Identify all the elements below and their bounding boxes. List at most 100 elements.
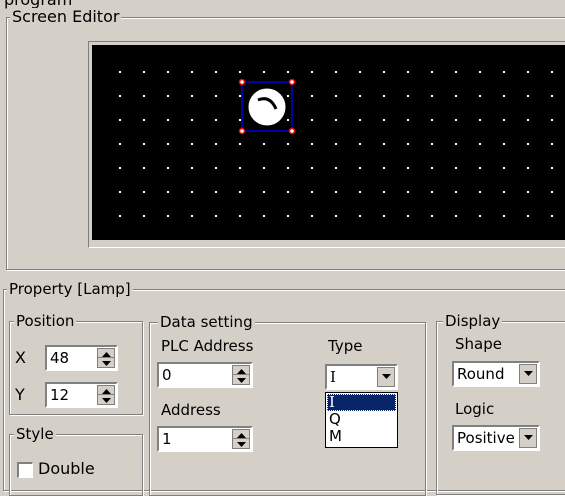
shape-select[interactable]: Round <box>452 361 540 387</box>
type-option-i[interactable]: I <box>327 393 396 411</box>
grid-dot <box>383 167 385 169</box>
grid-dot <box>215 215 217 217</box>
grid-dot <box>191 119 193 121</box>
resize-handle[interactable] <box>288 78 296 86</box>
y-spin-buttons[interactable] <box>97 385 115 405</box>
grid-dot <box>431 191 433 193</box>
grid-dot <box>311 95 313 97</box>
grid-dot <box>167 119 169 121</box>
grid-dot <box>239 143 241 145</box>
grid-dot <box>431 167 433 169</box>
grid-dot <box>167 71 169 73</box>
grid-dot <box>335 215 337 217</box>
display-title: Display <box>443 312 503 330</box>
grid-dot <box>551 95 553 97</box>
grid-dot <box>503 191 505 193</box>
type-option-q[interactable]: Q <box>327 411 396 428</box>
screen-canvas[interactable] <box>92 45 565 240</box>
grid-dot <box>215 191 217 193</box>
chevron-down-icon <box>237 442 246 447</box>
grid-dot <box>335 143 337 145</box>
grid-dot <box>407 191 409 193</box>
grid-dot <box>335 95 337 97</box>
y-spin-down[interactable] <box>98 395 114 404</box>
grid-dot <box>287 95 289 97</box>
logic-select[interactable]: Positive <box>452 425 540 451</box>
x-spin-down[interactable] <box>98 358 114 367</box>
address-stepper[interactable]: 1 <box>157 426 253 452</box>
resize-handle[interactable] <box>238 78 246 86</box>
x-stepper[interactable]: 48 <box>45 345 118 371</box>
plc-address-stepper[interactable]: 0 <box>157 362 253 388</box>
grid-dot <box>287 191 289 193</box>
grid-dot <box>239 71 241 73</box>
lamp-body <box>247 87 287 127</box>
address-spin-up[interactable] <box>233 430 249 439</box>
address-spin-buttons[interactable] <box>232 429 250 449</box>
data-setting-title: Data setting <box>158 313 255 331</box>
double-checkbox[interactable] <box>17 462 33 478</box>
y-stepper[interactable]: 12 <box>45 382 118 408</box>
grid-dot <box>479 71 481 73</box>
type-select-arrow[interactable] <box>377 367 395 387</box>
chevron-down-icon <box>524 371 533 376</box>
resize-handle[interactable] <box>238 127 246 135</box>
plc-address-spin-up[interactable] <box>233 366 249 375</box>
grid-dot <box>215 167 217 169</box>
grid-dot <box>383 143 385 145</box>
grid-dot <box>191 143 193 145</box>
x-spin-up[interactable] <box>98 349 114 358</box>
grid-dot <box>239 95 241 97</box>
type-select[interactable]: I <box>325 364 398 390</box>
plc-address-spin-down[interactable] <box>233 375 249 384</box>
chevron-up-icon <box>102 389 111 394</box>
grid-dot <box>431 71 433 73</box>
canvas-grid <box>119 71 553 217</box>
grid-dot <box>335 167 337 169</box>
grid-dot <box>239 167 241 169</box>
grid-dot <box>455 215 457 217</box>
x-value: 48 <box>50 349 70 367</box>
grid-dot <box>119 191 121 193</box>
shape-select-value: Round <box>457 365 505 383</box>
grid-dot <box>119 167 121 169</box>
grid-dot <box>551 143 553 145</box>
grid-dot <box>359 167 361 169</box>
grid-dot <box>431 143 433 145</box>
grid-dot <box>527 191 529 193</box>
grid-dot <box>383 215 385 217</box>
grid-dot <box>143 119 145 121</box>
grid-dot <box>287 215 289 217</box>
grid-dot <box>455 71 457 73</box>
logic-select-arrow[interactable] <box>519 428 537 448</box>
resize-handle[interactable] <box>288 127 296 135</box>
grid-dot <box>359 191 361 193</box>
x-spin-buttons[interactable] <box>97 348 115 368</box>
grid-dot <box>143 167 145 169</box>
grid-dot <box>143 71 145 73</box>
plc-address-spin-buttons[interactable] <box>232 365 250 385</box>
type-select-value: I <box>330 368 336 386</box>
grid-dot <box>431 215 433 217</box>
type-option-label: Q <box>329 410 341 428</box>
grid-dot <box>143 191 145 193</box>
shape-select-arrow[interactable] <box>519 364 537 384</box>
grid-dot <box>215 119 217 121</box>
address-spin-down[interactable] <box>233 439 249 448</box>
grid-dot <box>311 167 313 169</box>
grid-dot <box>167 215 169 217</box>
grid-dot <box>359 119 361 121</box>
lamp-round-icon[interactable] <box>238 78 296 135</box>
grid-dot <box>143 143 145 145</box>
grid-dot <box>335 191 337 193</box>
grid-dot <box>191 215 193 217</box>
grid-dot <box>167 143 169 145</box>
grid-dot <box>119 215 121 217</box>
plc-address-label: PLC Address <box>161 337 254 355</box>
shape-label: Shape <box>455 335 502 353</box>
grid-dot <box>239 119 241 121</box>
grid-dot <box>551 215 553 217</box>
y-spin-up[interactable] <box>98 386 114 395</box>
grid-dot <box>119 71 121 73</box>
type-option-m[interactable]: M <box>327 428 396 445</box>
